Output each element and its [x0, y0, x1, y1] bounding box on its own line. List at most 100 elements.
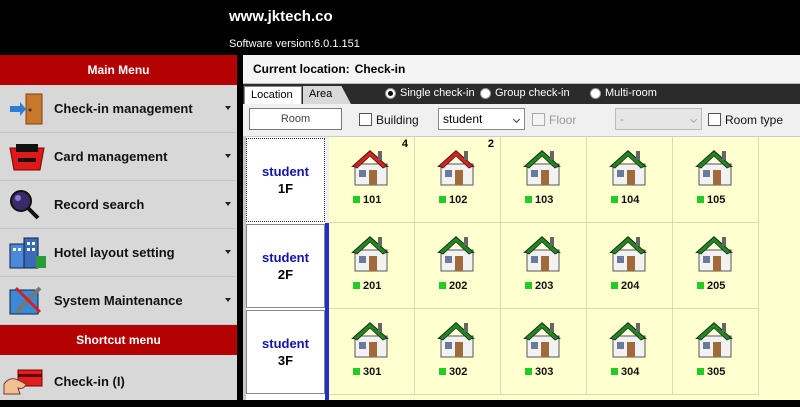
- filter-bar: Room Building student Floor - Room type: [243, 104, 800, 137]
- room-number: 201: [363, 280, 382, 292]
- vacant-house-icon: [519, 319, 565, 364]
- room-number: 203: [535, 280, 554, 292]
- building-checkbox[interactable]: [359, 113, 372, 126]
- radio-single-check-in[interactable]: Single check-in: [385, 87, 475, 99]
- room-type-checkbox[interactable]: [708, 113, 721, 126]
- room-cell-203[interactable]: 203: [501, 223, 587, 309]
- status-dot: [697, 368, 704, 375]
- building-select[interactable]: student: [438, 108, 525, 130]
- room-cell-304[interactable]: 304: [587, 309, 673, 395]
- menu-item-label: Check-in management: [54, 101, 193, 116]
- status-dot: [439, 282, 446, 289]
- floor-building-name: student: [262, 336, 309, 351]
- chevron-down-icon: [225, 298, 231, 302]
- room-number: 303: [535, 366, 554, 378]
- radio-circle: [480, 87, 491, 99]
- chevron-down-icon: [512, 115, 521, 124]
- floor-checkbox: [532, 113, 545, 126]
- menu-item-hotel-layout-setting[interactable]: Hotel layout setting: [0, 229, 237, 277]
- menu-item-label: Card management: [54, 149, 168, 164]
- vacant-house-icon: [691, 319, 737, 364]
- room-cell-205[interactable]: 205: [673, 223, 759, 309]
- room-number: 105: [707, 194, 726, 206]
- vacant-house-icon: [605, 147, 651, 192]
- vacant-house-icon: [519, 147, 565, 192]
- room-cell-102[interactable]: 102 2: [415, 137, 501, 223]
- tab-location[interactable]: Location: [244, 86, 302, 104]
- floor-column: student 1F student 2F student 3F: [246, 137, 325, 400]
- shortcut-menu-header: Shortcut menu: [0, 325, 237, 355]
- room-type-label: Room type: [725, 113, 784, 127]
- occupied-house-icon: [347, 147, 393, 192]
- occupied-house-icon: [433, 147, 479, 192]
- floor-label-1f[interactable]: student 1F: [246, 138, 325, 222]
- vacant-house-icon: [433, 319, 479, 364]
- chevron-down-icon: [225, 202, 231, 206]
- room-cell-202[interactable]: 202: [415, 223, 501, 309]
- vacant-house-icon: [347, 233, 393, 278]
- room-number: 204: [621, 280, 640, 292]
- menu-item-system-maintenance[interactable]: System Maintenance: [0, 277, 237, 325]
- room-cell-104[interactable]: 104: [587, 137, 673, 223]
- vacant-house-icon: [605, 233, 651, 278]
- menu-item-record-search[interactable]: Record search: [0, 181, 237, 229]
- room-cell-103[interactable]: 103: [501, 137, 587, 223]
- room-cell-301[interactable]: 301: [329, 309, 415, 395]
- menu-item-label: Record search: [54, 197, 145, 212]
- room-cell-101[interactable]: 101 4: [329, 137, 415, 223]
- room-cell-105[interactable]: 105: [673, 137, 759, 223]
- radio-group-check-in[interactable]: Group check-in: [480, 87, 570, 99]
- room-cell-204[interactable]: 204: [587, 223, 673, 309]
- door-icon: [6, 92, 48, 126]
- floor-select-value: -: [620, 112, 624, 126]
- radio-label: Group check-in: [495, 87, 570, 99]
- sidebar: Main Menu Check-in management Card manag…: [0, 55, 237, 400]
- tab-area[interactable]: Area: [303, 86, 351, 104]
- floor-label: Floor: [549, 113, 577, 127]
- room-cell-201[interactable]: 201: [329, 223, 415, 309]
- vacant-house-icon: [605, 319, 651, 364]
- floor-number: 1F: [277, 181, 294, 196]
- status-dot: [525, 282, 532, 289]
- vacant-house-icon: [347, 319, 393, 364]
- room-number: 104: [621, 194, 640, 206]
- status-dot: [611, 368, 618, 375]
- status-dot: [525, 368, 532, 375]
- magnifier-icon: [6, 188, 48, 222]
- menu-item-label: Hotel layout setting: [54, 245, 175, 260]
- room-number: 305: [707, 366, 726, 378]
- floor-label-3f[interactable]: student 3F: [246, 310, 325, 394]
- chevron-down-icon: [225, 250, 231, 254]
- room-number: 101: [363, 194, 382, 206]
- room-number: 302: [449, 366, 468, 378]
- radio-multi-room[interactable]: Multi-room: [590, 87, 657, 99]
- tools-icon: [6, 284, 48, 318]
- status-dot: [611, 282, 618, 289]
- current-location-bar: Current location: Check-in: [243, 55, 800, 84]
- vacant-house-icon: [519, 233, 565, 278]
- guest-count-badge: 4: [401, 138, 408, 150]
- status-dot: [611, 196, 618, 203]
- shortcut-check-in[interactable]: Check-in (I): [0, 355, 237, 407]
- room-number: 301: [363, 366, 382, 378]
- room-search-input[interactable]: Room: [249, 108, 342, 130]
- menu-item-card-management[interactable]: Card management: [0, 133, 237, 181]
- room-cell-302[interactable]: 302: [415, 309, 501, 395]
- room-number: 102: [449, 194, 468, 206]
- menu-item-check-in-management[interactable]: Check-in management: [0, 85, 237, 133]
- chevron-down-icon: [225, 154, 231, 158]
- current-location-value: Check-in: [354, 62, 406, 76]
- tab-bar: Location Area Single check-in Group chec…: [243, 84, 800, 104]
- floor-building-name: student: [262, 164, 309, 179]
- vacant-house-icon: [691, 233, 737, 278]
- room-cell-303[interactable]: 303: [501, 309, 587, 395]
- room-cell-305[interactable]: 305: [673, 309, 759, 395]
- card-reader-icon: [6, 140, 48, 174]
- room-number: 205: [707, 280, 726, 292]
- vacant-house-icon: [691, 147, 737, 192]
- site-url: www.jktech.co: [229, 8, 333, 25]
- vacant-house-icon: [433, 233, 479, 278]
- chevron-down-icon: [225, 106, 231, 110]
- room-number: 304: [621, 366, 640, 378]
- floor-label-2f[interactable]: student 2F: [246, 224, 325, 308]
